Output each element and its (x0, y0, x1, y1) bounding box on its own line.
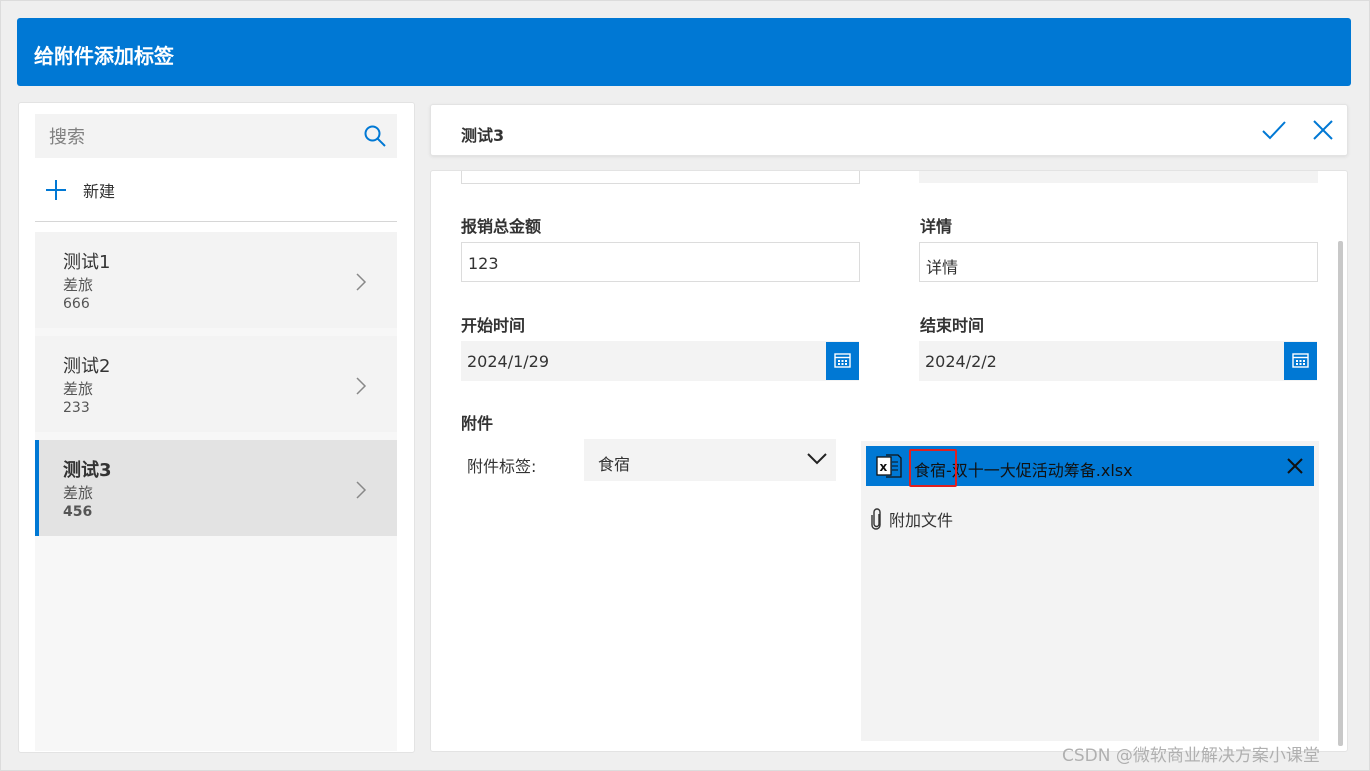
list-item-amount: 233 (63, 400, 90, 416)
list-item-type: 差旅 (63, 276, 94, 294)
end-date-picker-button[interactable] (1284, 342, 1317, 380)
svg-text:x: x (880, 460, 888, 474)
attachment-tag-label: 附件标签: (467, 457, 537, 476)
highlight-annotation (909, 449, 957, 487)
attachment-file-row[interactable]: x 食宿-双十一大促活动筹备.xlsx (866, 446, 1314, 487)
left-panel: 新建 测试1 差旅 666 测试2 差旅 233 测试3 差旅 456 (18, 102, 415, 753)
chevron-down-icon (807, 453, 827, 465)
partial-field (919, 171, 1318, 183)
detail-header: 测试3 (430, 104, 1348, 156)
chevron-right-icon (356, 273, 367, 291)
detail-title: 测试3 (461, 126, 505, 145)
start-date-field[interactable]: 2024/1/29 (461, 341, 859, 381)
detail-form: 报销总金额 123 详情 详情 开始时间 2024/1/29 结束时间 2024… (430, 170, 1348, 752)
list-item[interactable]: 测试1 差旅 666 (35, 232, 397, 328)
end-date-value: 2024/2/2 (925, 352, 997, 371)
list-item-amount: 666 (63, 296, 90, 312)
partial-field (461, 171, 860, 184)
attach-file-button[interactable]: 附加文件 (871, 507, 953, 531)
search-input[interactable] (47, 124, 351, 150)
details-field[interactable]: 详情 (919, 242, 1318, 282)
divider (35, 221, 397, 222)
app-title: 给附件添加标签 (34, 44, 174, 68)
total-amount-label: 报销总金额 (461, 217, 542, 236)
list-item-amount: 456 (63, 504, 93, 520)
new-button-label: 新建 (83, 182, 116, 201)
attachment-area: x 食宿-双十一大促活动筹备.xlsx 附加文件 (861, 441, 1319, 741)
list-item-type: 差旅 (63, 484, 94, 502)
end-date-field[interactable]: 2024/2/2 (919, 341, 1317, 381)
app-header: 给附件添加标签 (17, 18, 1351, 86)
excel-file-icon: x (876, 454, 902, 478)
details-value: 详情 (926, 258, 959, 277)
start-date-label: 开始时间 (461, 316, 526, 335)
end-date-label: 结束时间 (920, 316, 985, 335)
total-amount-value: 123 (468, 254, 499, 273)
list-item[interactable]: 测试2 差旅 233 (35, 336, 397, 432)
calendar-icon (1292, 353, 1309, 368)
search-box[interactable] (35, 114, 397, 158)
list-item-title: 测试3 (63, 460, 112, 481)
details-label: 详情 (920, 217, 953, 236)
new-button[interactable]: 新建 (45, 175, 115, 205)
watermark: CSDN @微软商业解决方案小课堂 (1062, 746, 1320, 766)
chevron-right-icon (356, 481, 367, 499)
start-date-picker-button[interactable] (826, 342, 859, 380)
chevron-right-icon (356, 377, 367, 395)
start-date-value: 2024/1/29 (467, 352, 550, 371)
total-amount-field[interactable]: 123 (461, 242, 860, 282)
calendar-icon (834, 353, 851, 368)
list-item-type: 差旅 (63, 380, 94, 398)
attachment-tag-dropdown[interactable]: 食宿 (584, 439, 836, 481)
attachment-tag-value: 食宿 (598, 455, 631, 474)
close-icon[interactable] (1312, 119, 1334, 141)
list-item-title: 测试2 (63, 356, 111, 377)
attachment-label: 附件 (461, 414, 494, 433)
list-item-selected[interactable]: 测试3 差旅 456 (35, 440, 397, 536)
record-list: 测试1 差旅 666 测试2 差旅 233 测试3 差旅 456 (35, 232, 397, 751)
scrollbar[interactable] (1338, 241, 1343, 746)
search-icon[interactable] (363, 124, 387, 148)
remove-file-icon[interactable] (1286, 457, 1304, 475)
attach-file-label: 附加文件 (889, 511, 954, 530)
paperclip-icon (871, 508, 881, 530)
checkmark-icon[interactable] (1261, 118, 1287, 142)
plus-icon (46, 180, 66, 200)
list-item-title: 测试1 (63, 252, 111, 273)
